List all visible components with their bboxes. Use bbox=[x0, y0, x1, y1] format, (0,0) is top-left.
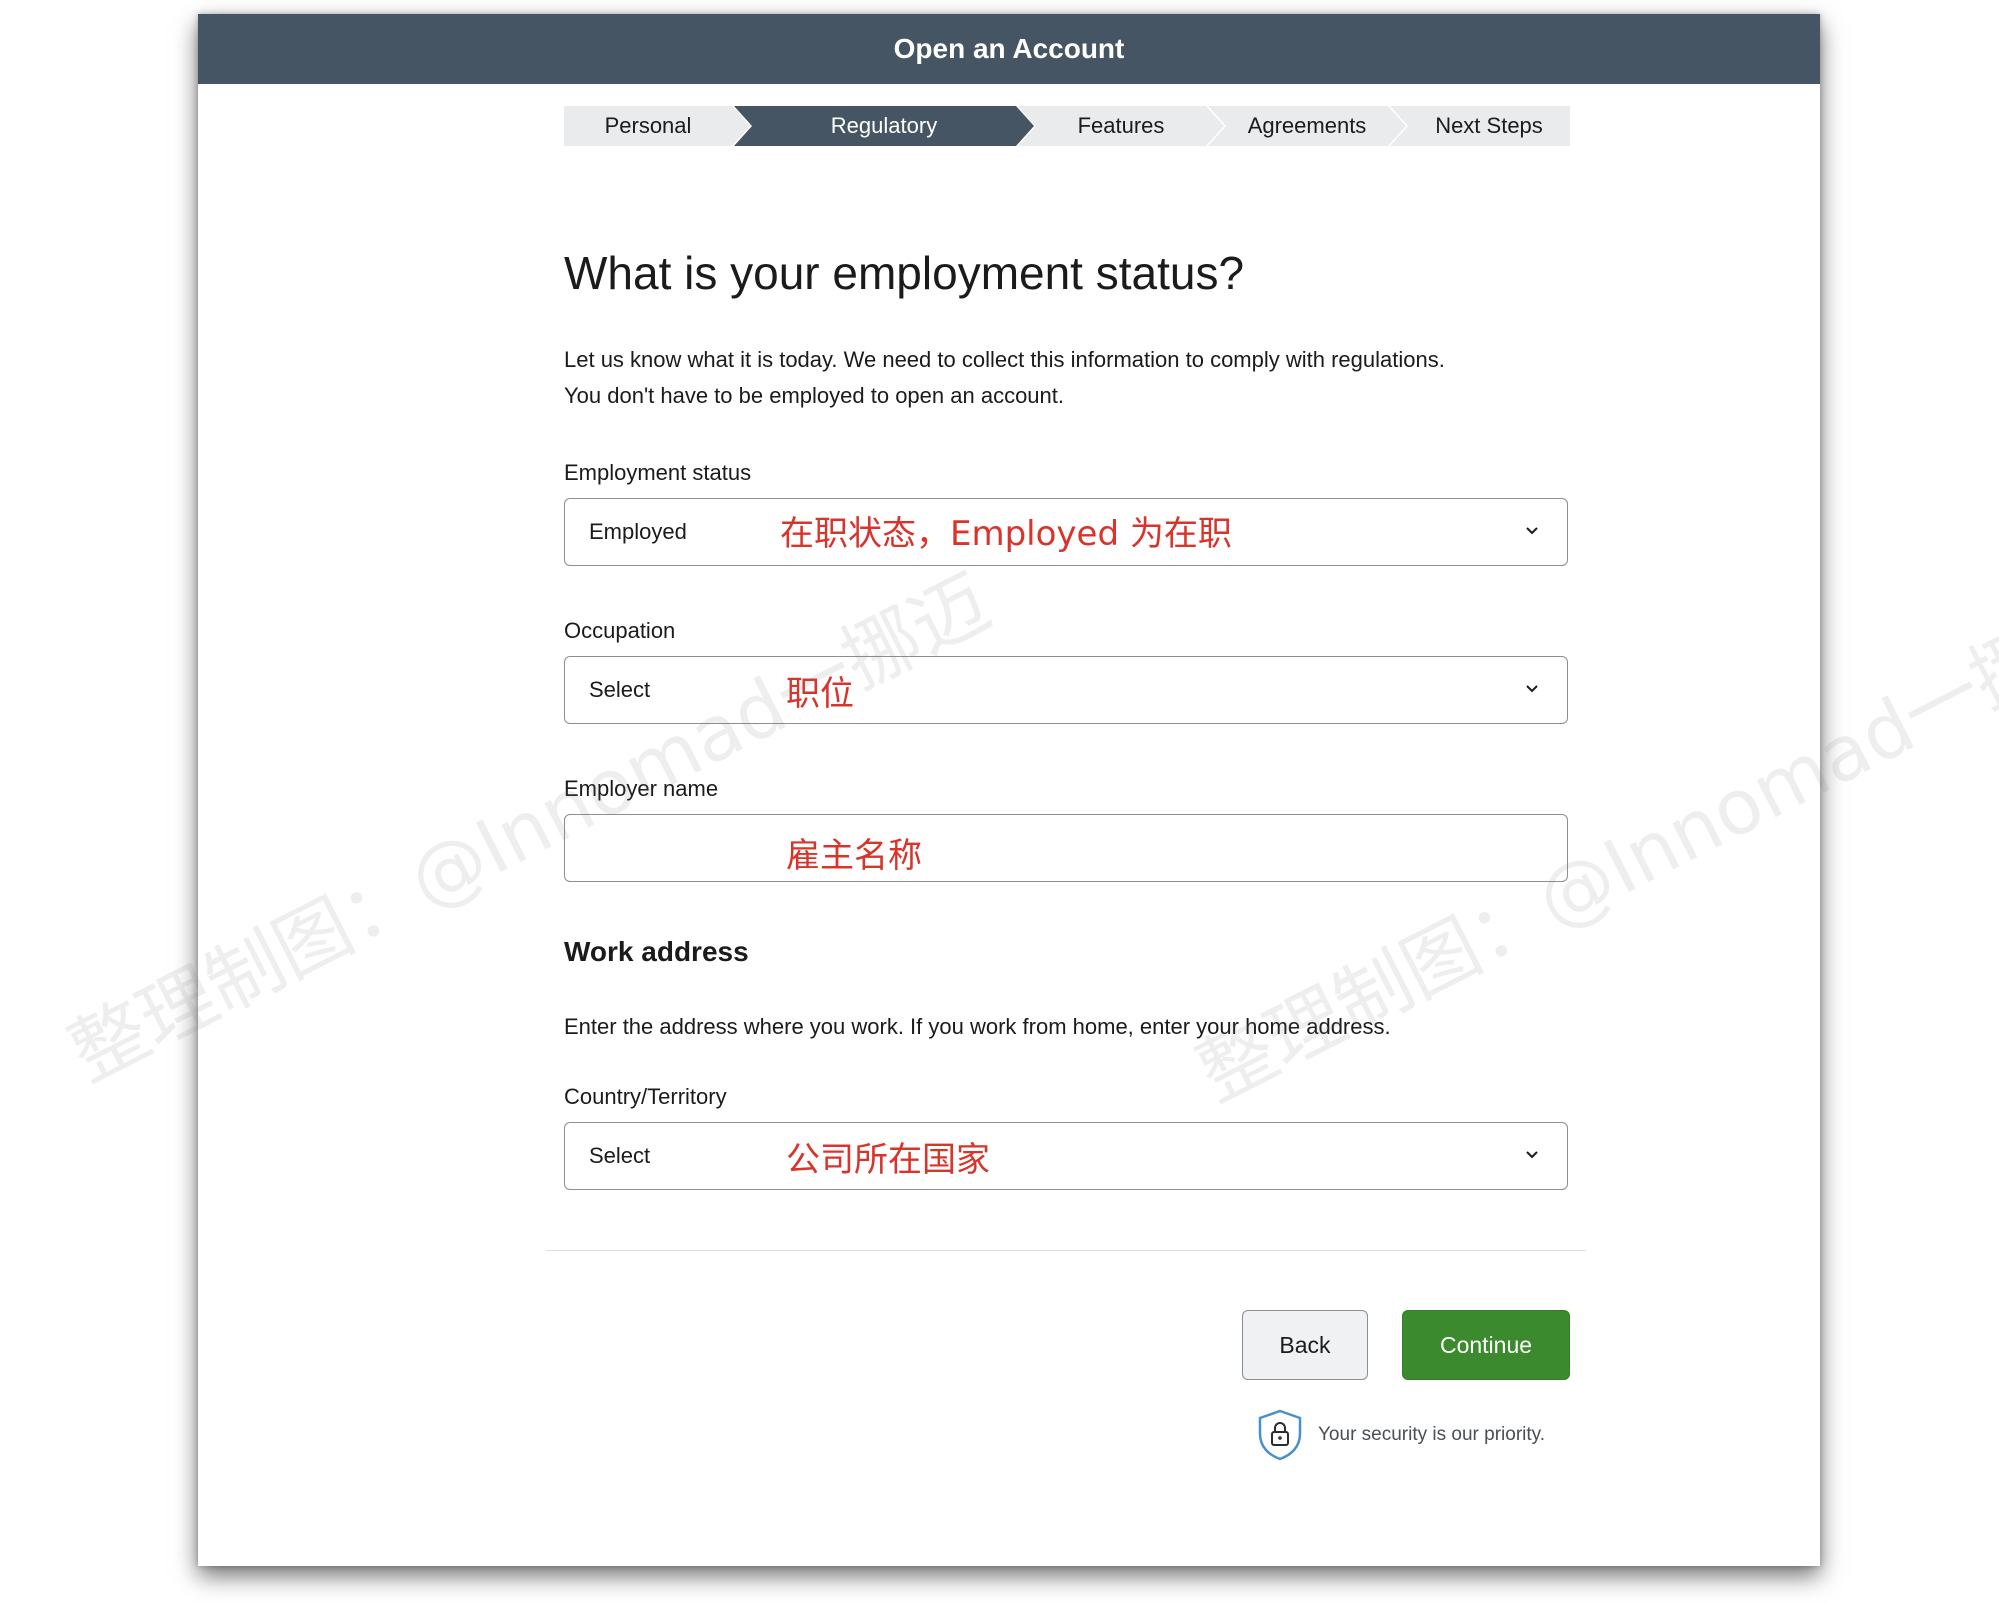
security-note: Your security is our priority. bbox=[1256, 1408, 1545, 1462]
lead-line-1: Let us know what it is today. We need to… bbox=[564, 347, 1445, 372]
step-regulatory: Regulatory bbox=[830, 113, 938, 138]
step-next-steps: Next Steps bbox=[1435, 113, 1543, 138]
employer-name-label: Employer name bbox=[564, 776, 719, 801]
back-button[interactable]: Back bbox=[1242, 1310, 1368, 1380]
work-address-description: Enter the address where you work. If you… bbox=[564, 1014, 1391, 1039]
page-lead: Let us know what it is today. We need to… bbox=[564, 342, 1564, 414]
chevron-down-icon bbox=[1526, 1151, 1538, 1159]
employment-status-label: Employment status bbox=[564, 460, 752, 485]
employer-name-annotation: 雇主名称 bbox=[786, 836, 922, 876]
footer-divider bbox=[546, 1250, 1586, 1251]
step-personal: Personal bbox=[604, 113, 692, 138]
country-label: Country/Territory bbox=[564, 1084, 727, 1109]
occupation-label: Occupation bbox=[564, 618, 676, 643]
step-agreements: Agreements bbox=[1247, 113, 1367, 138]
window-title: Open an Account bbox=[198, 14, 1820, 84]
chevron-down-icon bbox=[1526, 527, 1538, 535]
security-text: Your security is our priority. bbox=[1318, 1424, 1546, 1445]
country-annotation: 公司所在国家 bbox=[786, 1140, 990, 1180]
page-heading: What is your employment status? bbox=[564, 247, 1245, 299]
step-features: Features bbox=[1077, 113, 1165, 138]
occupation-select[interactable]: Select bbox=[564, 656, 1568, 724]
employment-status-annotation: 在职状态，Employed 为在职 bbox=[780, 514, 1232, 554]
chevron-down-icon bbox=[1526, 685, 1538, 693]
work-address-heading: Work address bbox=[564, 936, 749, 967]
shield-lock-icon bbox=[1258, 1409, 1302, 1461]
occupation-annotation: 职位 bbox=[786, 674, 854, 714]
occupation-value: Select bbox=[589, 677, 651, 702]
lead-line-2: You don't have to be employed to open an… bbox=[564, 383, 1064, 408]
country-select[interactable]: Select bbox=[564, 1122, 1568, 1190]
progress-stepper: Personal Regulatory Features Agreements … bbox=[564, 106, 1570, 146]
country-value: Select bbox=[589, 1143, 651, 1168]
continue-button[interactable]: Continue bbox=[1402, 1310, 1570, 1380]
employer-name-input[interactable] bbox=[564, 814, 1568, 882]
account-window: Open an Account Personal Regulatory Feat… bbox=[198, 14, 1820, 1566]
employment-status-value: Employed bbox=[589, 519, 687, 544]
